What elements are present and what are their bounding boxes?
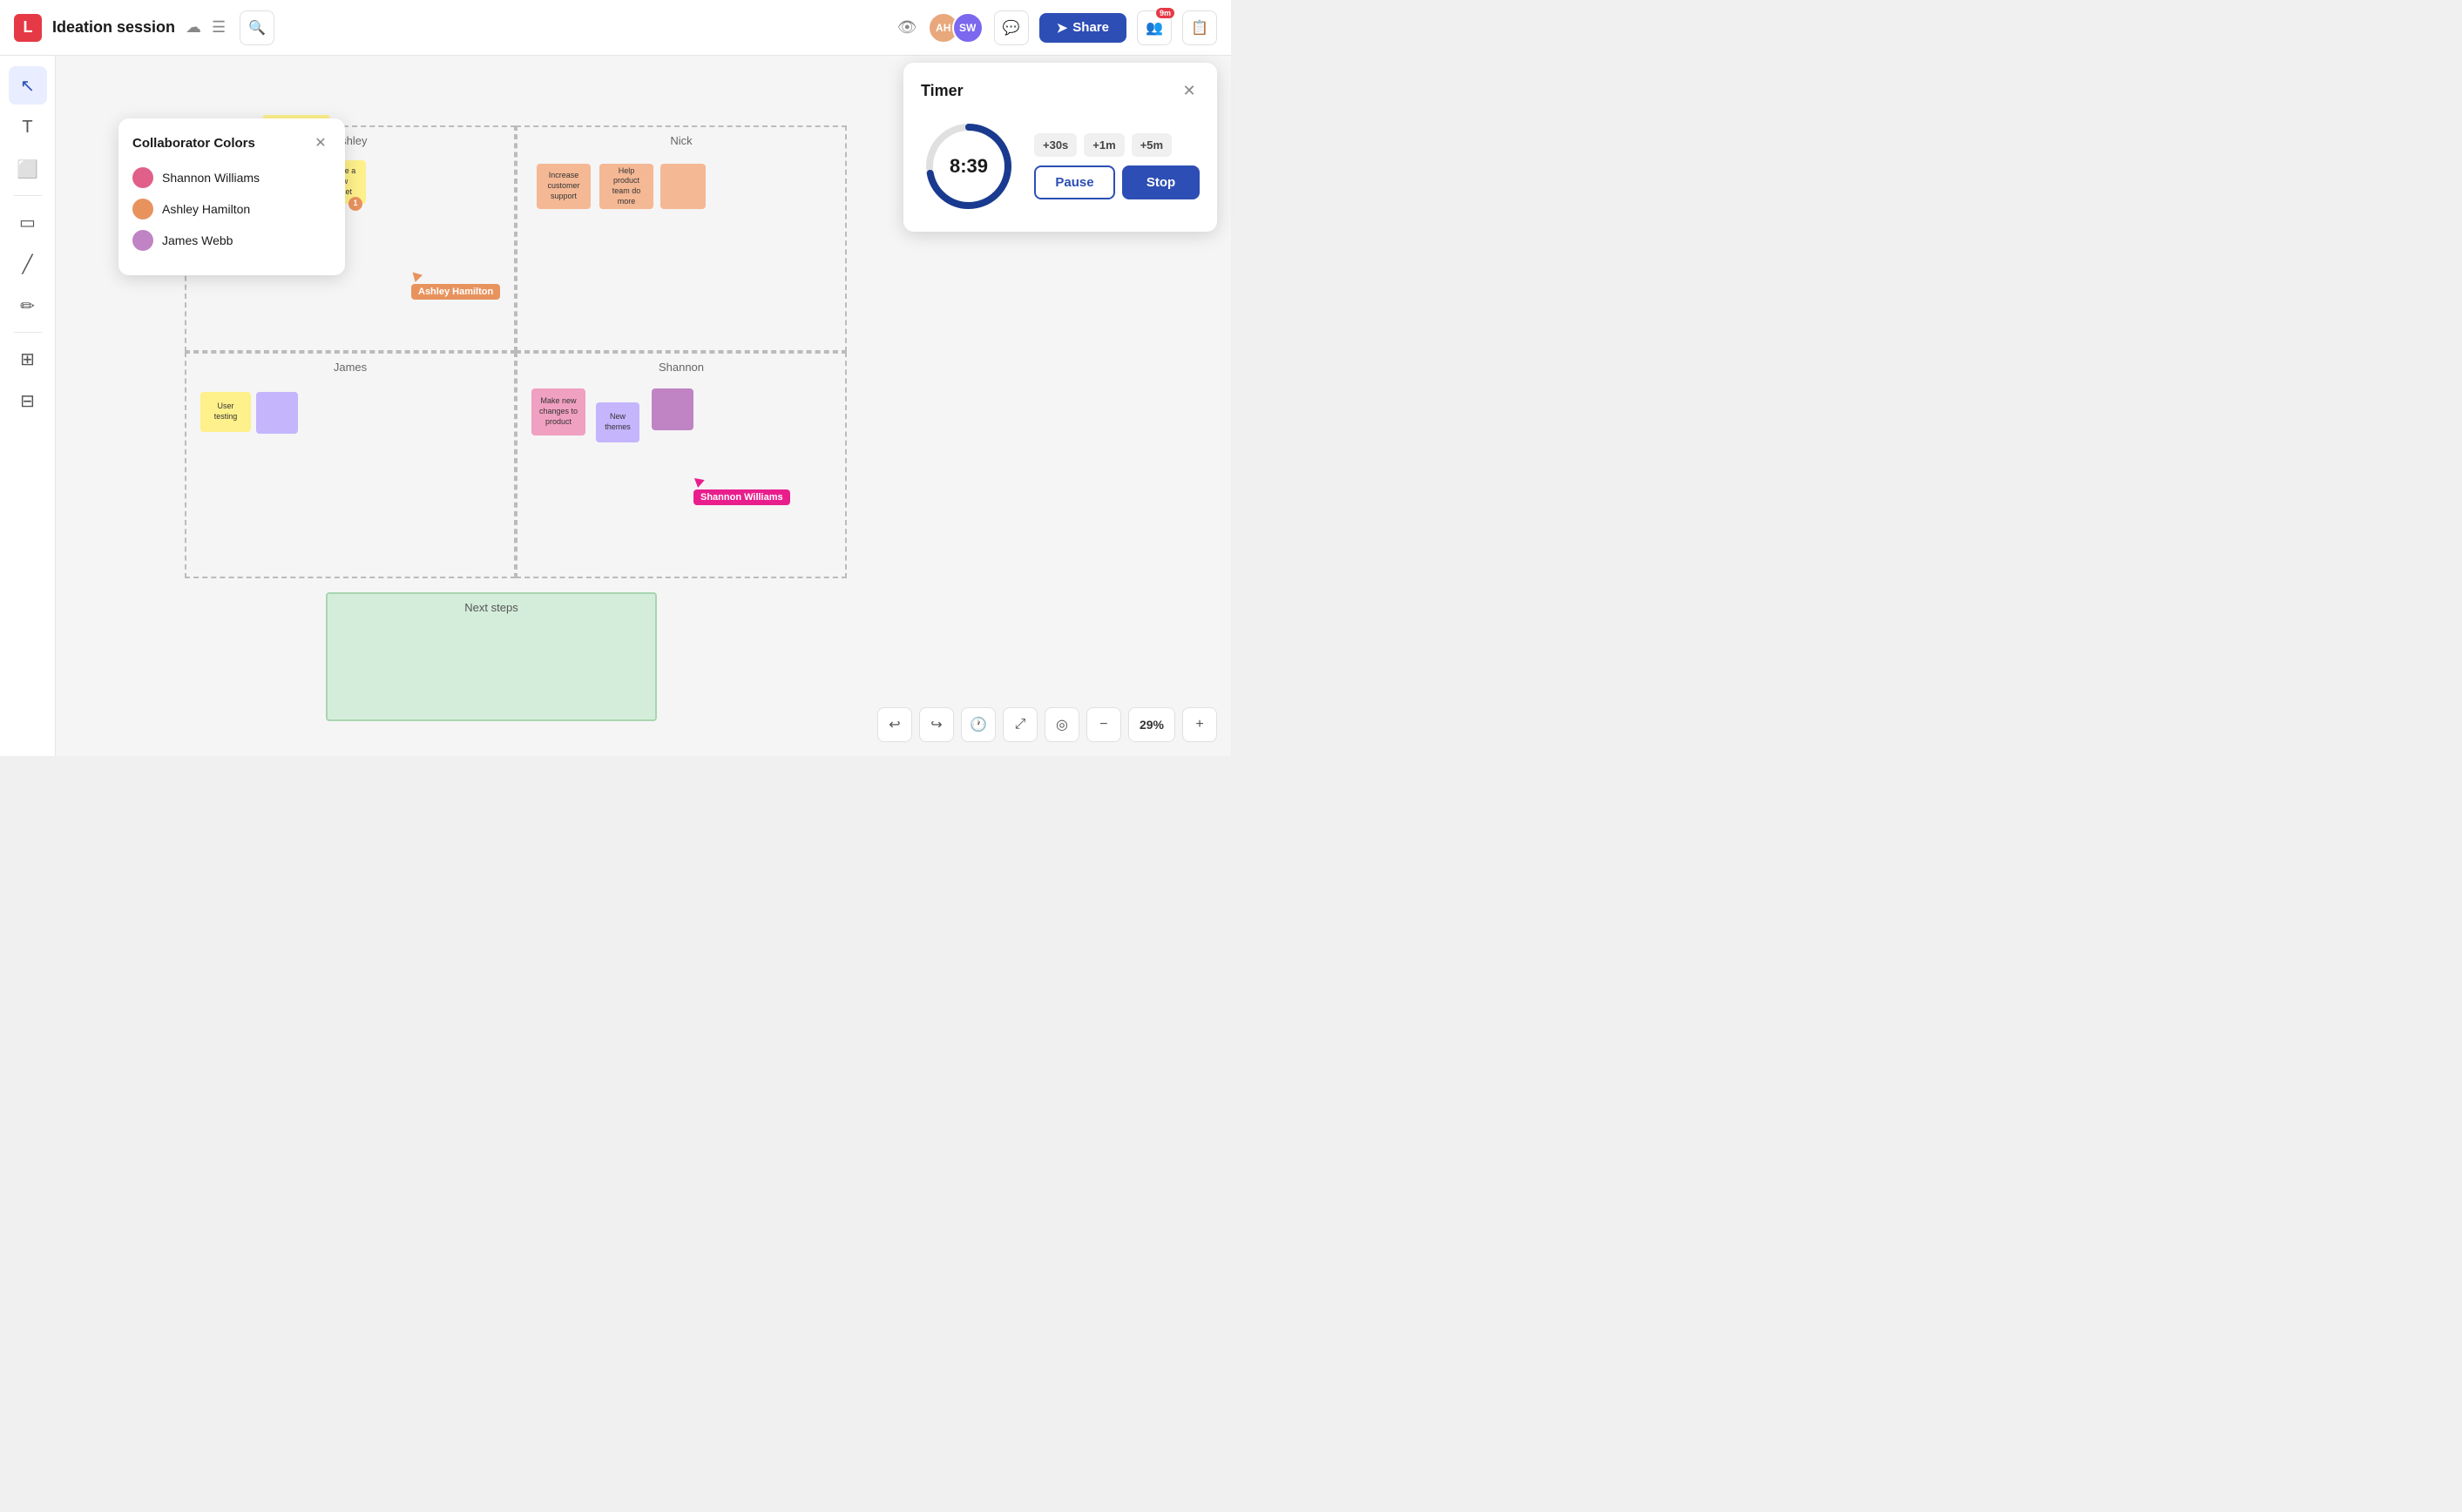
header-right: 👁 AH SW 💬 ➤ Share 👥 9m 📋	[897, 10, 1217, 45]
panel-header: Collaborator Colors ✕	[132, 132, 331, 153]
collaborator-colors-panel: Collaborator Colors ✕ Shannon Williams A…	[118, 118, 345, 275]
line-tool[interactable]: ╱	[9, 245, 47, 283]
section-nick[interactable]: Nick Increase customer support Help prod…	[516, 125, 847, 352]
section-james-label: James	[334, 361, 367, 374]
zoom-level: 29%	[1128, 707, 1175, 742]
draw-tool[interactable]: ✏	[9, 287, 47, 325]
sticky-blank-james[interactable]	[256, 392, 298, 434]
timer-panel: Timer ✕ 8:39 +30s +1m +5m Pause Stop	[903, 63, 1217, 232]
next-steps-label: Next steps	[328, 594, 655, 621]
next-steps-section[interactable]: Next steps	[326, 592, 657, 721]
stop-button[interactable]: Stop	[1122, 165, 1200, 199]
widget-badge: 1	[348, 197, 362, 211]
sticky-user-testing[interactable]: User testing	[200, 392, 251, 432]
share-button[interactable]: ➤ Share	[1039, 13, 1126, 43]
collab-name-james: James Webb	[162, 233, 233, 247]
page-title: Ideation session	[52, 18, 175, 37]
history-button[interactable]: 🕐	[961, 707, 996, 742]
zoom-in-button[interactable]: +	[1182, 707, 1217, 742]
pause-button[interactable]: Pause	[1034, 165, 1115, 199]
timer-circle: 8:39	[921, 118, 1017, 214]
section-james[interactable]: James User testing	[185, 352, 516, 578]
cursor-arrow-ashley	[410, 273, 423, 284]
cursor-arrow-shannon	[693, 478, 705, 489]
sticky-changes-product[interactable]: Make new changes to product	[531, 388, 585, 435]
select-tool[interactable]: ↖	[9, 66, 47, 105]
sticky-blank-shannon[interactable]	[652, 388, 693, 430]
search-button[interactable]: 🔍	[240, 10, 274, 45]
app-logo: L	[14, 14, 42, 42]
table-tool[interactable]: ⊟	[9, 381, 47, 420]
panel-title: Collaborator Colors	[132, 136, 255, 151]
collaborator-avatars: AH SW	[928, 12, 984, 44]
collab-dot-james	[132, 230, 153, 251]
increment-1m[interactable]: +1m	[1084, 133, 1124, 157]
section-nick-label: Nick	[670, 134, 692, 147]
notes-button[interactable]: 📋	[1182, 10, 1217, 45]
close-panel-button[interactable]: ✕	[310, 132, 331, 153]
redo-button[interactable]: ↪	[919, 707, 954, 742]
collab-item-ashley: Ashley Hamilton	[132, 199, 331, 219]
avatar-sw: SW	[952, 12, 984, 44]
cursor-label-shannon: Shannon Williams	[693, 489, 790, 505]
section-shannon-label: Shannon	[659, 361, 704, 374]
timer-close-button[interactable]: ✕	[1179, 80, 1200, 101]
collab-name-ashley: Ashley Hamilton	[162, 202, 250, 216]
collab-dot-shannon	[132, 167, 153, 188]
cloud-icon[interactable]: ☁	[186, 18, 201, 37]
sticky-blank-nick[interactable]	[660, 164, 706, 209]
undo-button[interactable]: ↩	[877, 707, 912, 742]
increment-5m[interactable]: +5m	[1132, 133, 1172, 157]
collab-item-james: James Webb	[132, 230, 331, 251]
notification-badge: 9m	[1156, 8, 1174, 18]
timer-header: Timer ✕	[921, 80, 1200, 101]
left-toolbar: ↖ T ⬜ ▭ ╱ ✏ ⊞ ⊟	[0, 56, 56, 756]
toolbar-separator-2	[14, 332, 42, 333]
timer-increments: +30s +1m +5m	[1034, 133, 1200, 157]
rectangle-tool[interactable]: ▭	[9, 203, 47, 241]
text-tool[interactable]: T	[9, 108, 47, 146]
timer-actions: Pause Stop	[1034, 165, 1200, 199]
bottom-toolbar: ↩ ↪ 🕐 ⤢ ◎ − 29% +	[877, 707, 1217, 742]
share-label: Share	[1072, 20, 1109, 35]
cursor-shannon: Shannon Williams	[693, 479, 704, 488]
sticky-new-themes[interactable]: New themes	[596, 402, 639, 442]
increment-30s[interactable]: +30s	[1034, 133, 1077, 157]
sticky-customer-support[interactable]: Increase customer support	[537, 164, 591, 209]
view-icon: 👁	[897, 18, 917, 37]
toolbar-separator	[14, 195, 42, 196]
header: L Ideation session ☁ ☰ 🔍 👁 AH SW 💬 ➤ Sha…	[0, 0, 1231, 56]
frame-tool[interactable]: ⬜	[9, 150, 47, 188]
fullscreen-button[interactable]: ⤢	[1003, 707, 1038, 742]
collab-name-shannon: Shannon Williams	[162, 171, 260, 185]
section-shannon[interactable]: Shannon Make new changes to product New …	[516, 352, 847, 578]
team-button[interactable]: 👥 9m	[1137, 10, 1172, 45]
menu-icon[interactable]: ☰	[212, 18, 226, 37]
location-button[interactable]: ◎	[1045, 707, 1079, 742]
collab-item-shannon: Shannon Williams	[132, 167, 331, 188]
cursor-ashley: Ashley Hamilton	[411, 273, 422, 282]
comment-button[interactable]: 💬	[994, 10, 1029, 45]
timer-title: Timer	[921, 82, 964, 100]
collab-dot-ashley	[132, 199, 153, 219]
timer-controls: +30s +1m +5m Pause Stop	[1034, 133, 1200, 199]
grid-tool[interactable]: ⊞	[9, 340, 47, 378]
share-icon: ➤	[1057, 20, 1068, 36]
cursor-label-ashley: Ashley Hamilton	[411, 284, 500, 300]
timer-time-display: 8:39	[950, 155, 988, 178]
timer-body: 8:39 +30s +1m +5m Pause Stop	[921, 118, 1200, 214]
zoom-out-button[interactable]: −	[1086, 707, 1121, 742]
sticky-product-team[interactable]: Help product team do more	[599, 164, 653, 209]
